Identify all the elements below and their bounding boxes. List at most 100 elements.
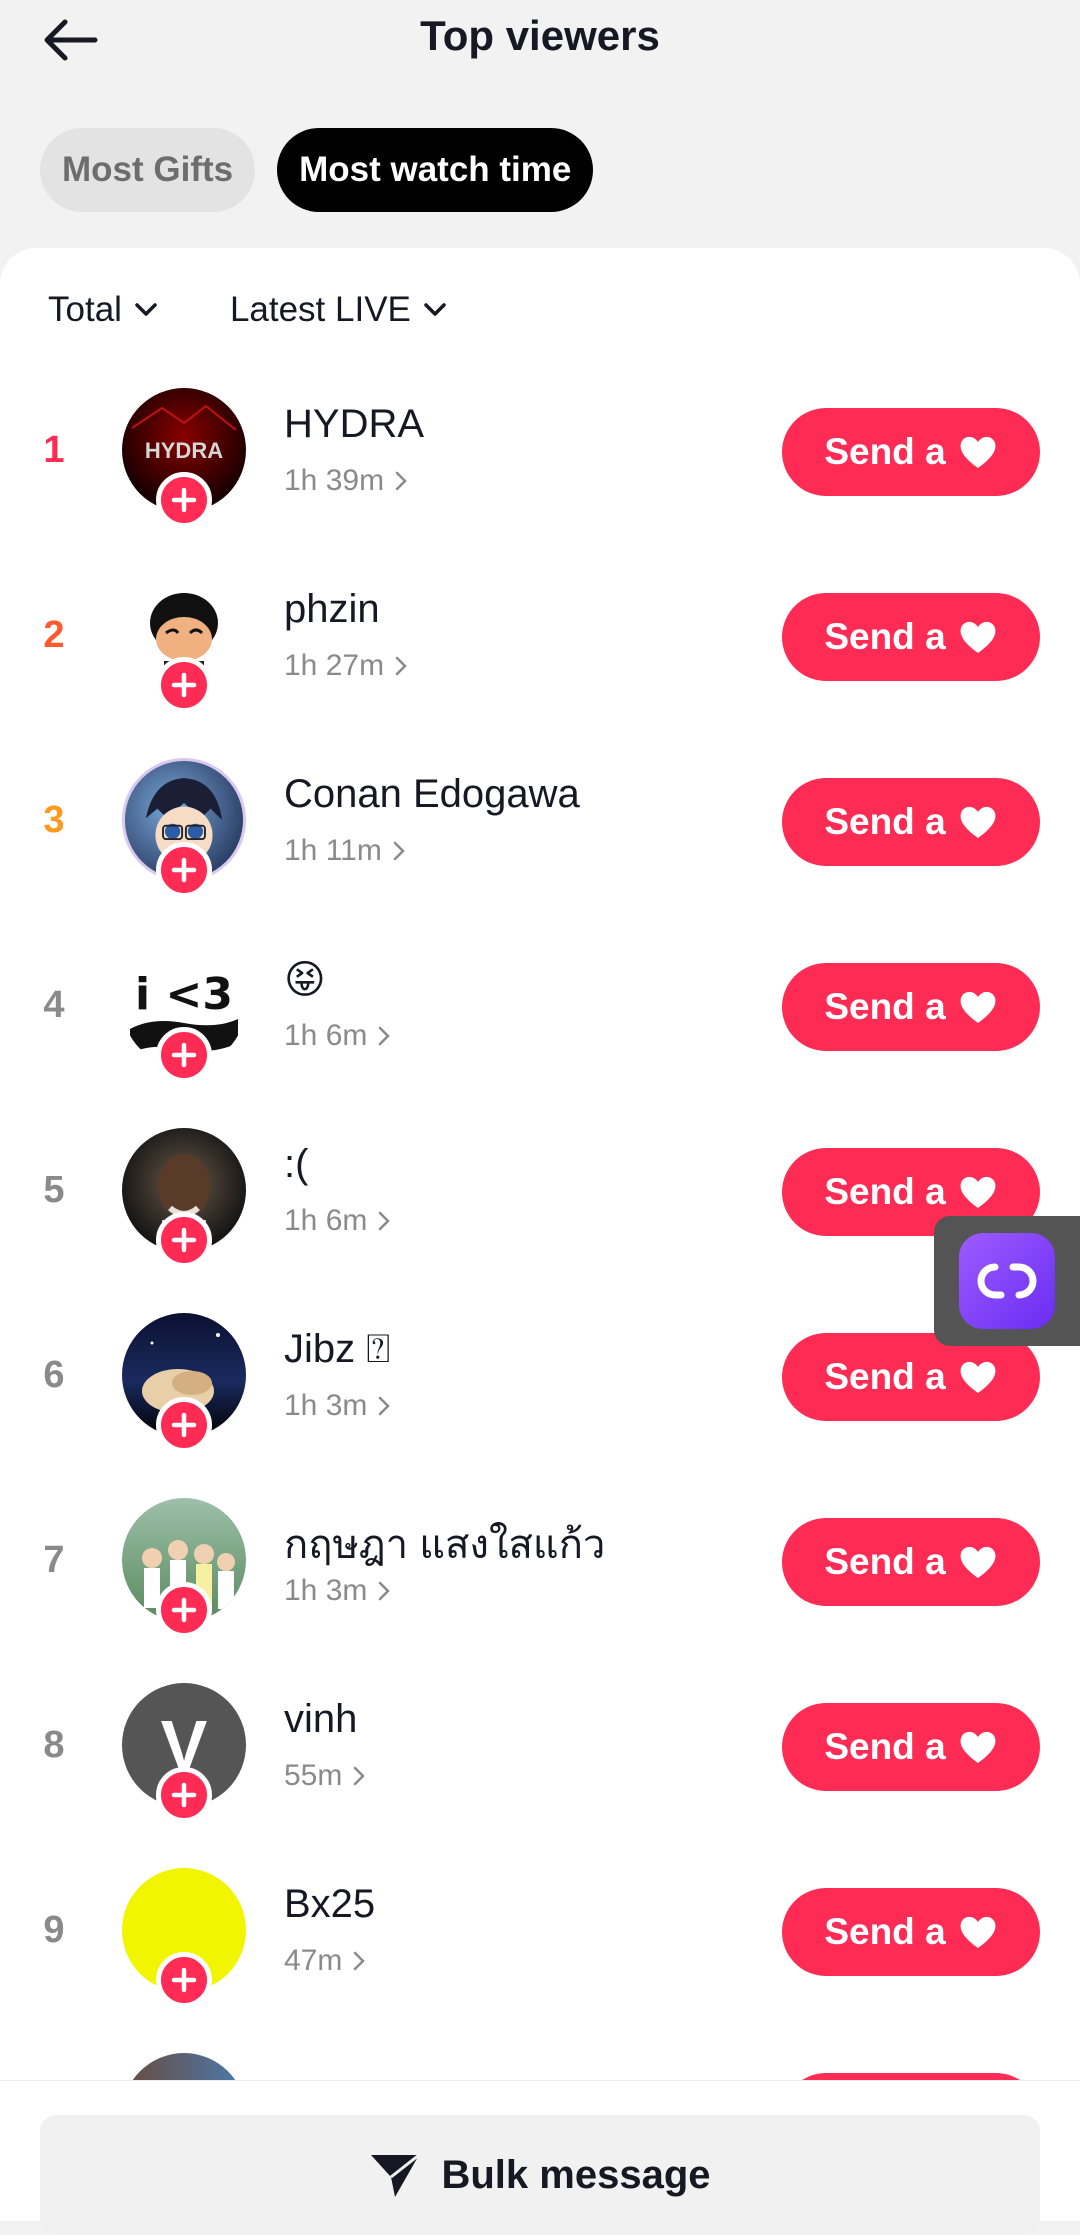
follow-plus-button[interactable] [156, 1027, 212, 1083]
viewer-row[interactable]: 2 phzin 1h 27m Send a [0, 573, 1080, 758]
plus-icon [171, 1412, 197, 1438]
watch-time[interactable]: 1h 6m [284, 1204, 391, 1238]
rank-number: 9 [43, 1908, 65, 1951]
viewer-row[interactable]: 8 V vinh 55m Send a [0, 1683, 1080, 1868]
watch-time-value: 55m [284, 1759, 343, 1792]
rank-number: 5 [43, 1168, 65, 1211]
follow-plus-button[interactable] [156, 472, 212, 528]
rank-number: 6 [43, 1353, 65, 1396]
filter-latest-live[interactable]: Latest LIVE [230, 290, 447, 330]
watch-time-value: 1h 11m [284, 834, 382, 867]
avatar[interactable] [122, 758, 246, 898]
send-button-label: Send a [824, 1911, 946, 1952]
plus-icon [171, 1227, 197, 1253]
viewer-row[interactable]: 1 HYDRA HYDRA 1h 39m Send a [0, 388, 1080, 573]
watch-time[interactable]: 1h 27m [284, 649, 408, 683]
send-heart-button[interactable]: Send a [782, 593, 1040, 681]
heart-icon [960, 1176, 996, 1208]
viewer-row[interactable]: 7 กฤษฎา แสงใสแก้ว 1h 3m Send a [0, 1498, 1080, 1683]
heart-icon [960, 1916, 996, 1948]
chevron-right-icon [354, 1766, 366, 1786]
infinity-link-icon [959, 1233, 1055, 1329]
heart-icon [960, 1731, 996, 1763]
chevron-right-icon [393, 841, 405, 861]
avatar[interactable]: HYDRA [122, 388, 246, 528]
avatar-logo-text: i <3 [135, 969, 233, 1020]
floating-app-bubble[interactable] [934, 1216, 1080, 1346]
rank-number: 4 [43, 983, 65, 1026]
viewer-name: Bx25 [284, 1882, 376, 1926]
paper-plane-icon [371, 2153, 421, 2197]
follow-plus-button[interactable] [156, 1952, 212, 2008]
tab-most-watch-time[interactable]: Most watch time [277, 128, 594, 212]
page-title: Top viewers [420, 12, 660, 59]
heart-icon [960, 991, 996, 1023]
viewer-name: กฤษฎา แสงใสแก้ว [284, 1523, 606, 1567]
plus-icon [171, 487, 197, 513]
heart-icon [960, 806, 996, 838]
filter-total[interactable]: Total [48, 290, 158, 330]
bottom-bar: Bulk message [0, 2080, 1080, 2235]
follow-plus-button[interactable] [156, 842, 212, 898]
filter-bar: Total Latest LIVE [48, 290, 447, 330]
chevron-down-icon [135, 303, 157, 316]
heart-icon [960, 621, 996, 653]
follow-plus-button[interactable] [156, 1212, 212, 1268]
chevron-right-icon [395, 656, 407, 676]
chevron-right-icon [395, 471, 407, 491]
bulk-message-button[interactable]: Bulk message [40, 2115, 1040, 2235]
send-heart-button[interactable]: Send a [782, 1703, 1040, 1791]
plus-icon [171, 857, 197, 883]
follow-plus-button[interactable] [156, 1582, 212, 1638]
watch-time[interactable]: 1h 39m [284, 464, 408, 498]
rank-number: 7 [43, 1538, 65, 1581]
send-button-label: Send a [824, 1171, 946, 1212]
watch-time[interactable]: 1h 3m [284, 1389, 391, 1423]
viewer-row[interactable]: 4 i <3 😝 1h 6m Send a [0, 943, 1080, 1128]
send-button-label: Send a [824, 1541, 946, 1582]
watch-time-value: 1h 6m [284, 1019, 368, 1052]
watch-time[interactable]: 47m [284, 1944, 366, 1978]
avatar[interactable] [122, 1498, 246, 1638]
send-heart-button[interactable]: Send a [782, 963, 1040, 1051]
chevron-right-icon [379, 1211, 391, 1231]
watch-time-value: 1h 3m [284, 1389, 368, 1422]
send-button-label: Send a [824, 986, 946, 1027]
tab-most-gifts[interactable]: Most Gifts [40, 128, 256, 212]
follow-plus-button[interactable] [156, 1767, 212, 1823]
avatar[interactable]: V [122, 1683, 246, 1823]
send-button-label: Send a [824, 801, 946, 842]
watch-time[interactable]: 1h 6m [284, 1019, 391, 1053]
plus-icon [171, 1597, 197, 1623]
avatar-logo-text: HYDRA [145, 438, 223, 463]
avatar[interactable] [122, 573, 246, 713]
rank-number: 3 [43, 798, 65, 841]
watch-time[interactable]: 1h 3m [284, 1574, 391, 1608]
heart-icon [960, 1546, 996, 1578]
send-heart-button[interactable]: Send a [782, 1518, 1040, 1606]
avatar[interactable]: i <3 [122, 943, 246, 1083]
viewer-name: Jibz ⍰ [284, 1327, 391, 1371]
watch-time[interactable]: 55m [284, 1759, 366, 1793]
watch-time-value: 1h 39m [284, 464, 385, 497]
avatar[interactable] [122, 1868, 246, 2008]
filter-total-label: Total [48, 290, 122, 329]
send-heart-button[interactable]: Send a [782, 1888, 1040, 1976]
watch-time-value: 1h 3m [284, 1574, 368, 1607]
viewers-card: Total Latest LIVE 1 HYDRA HYDRA 1h 39m S… [0, 248, 1080, 2220]
send-heart-button[interactable]: Send a [782, 778, 1040, 866]
send-button-label: Send a [824, 1356, 946, 1397]
send-heart-button[interactable]: Send a [782, 408, 1040, 496]
tab-bar: Most Gifts Most watch time [40, 128, 594, 212]
viewer-row[interactable]: 5 :( 1h 6m Send a [0, 1128, 1080, 1313]
follow-plus-button[interactable] [156, 657, 212, 713]
viewer-row[interactable]: 3 Conan Edogawa 1h 11m Send a [0, 758, 1080, 943]
follow-plus-button[interactable] [156, 1397, 212, 1453]
send-heart-button[interactable]: Send a [782, 1333, 1040, 1421]
viewer-row[interactable]: 6 Jibz ⍰ 1h 3m Send a [0, 1313, 1080, 1498]
avatar[interactable] [122, 1128, 246, 1268]
watch-time[interactable]: 1h 11m [284, 834, 406, 868]
viewer-row[interactable]: 9 Bx25 47m Send a [0, 1868, 1080, 2053]
avatar[interactable] [122, 1313, 246, 1453]
send-button-label: Send a [824, 431, 946, 472]
